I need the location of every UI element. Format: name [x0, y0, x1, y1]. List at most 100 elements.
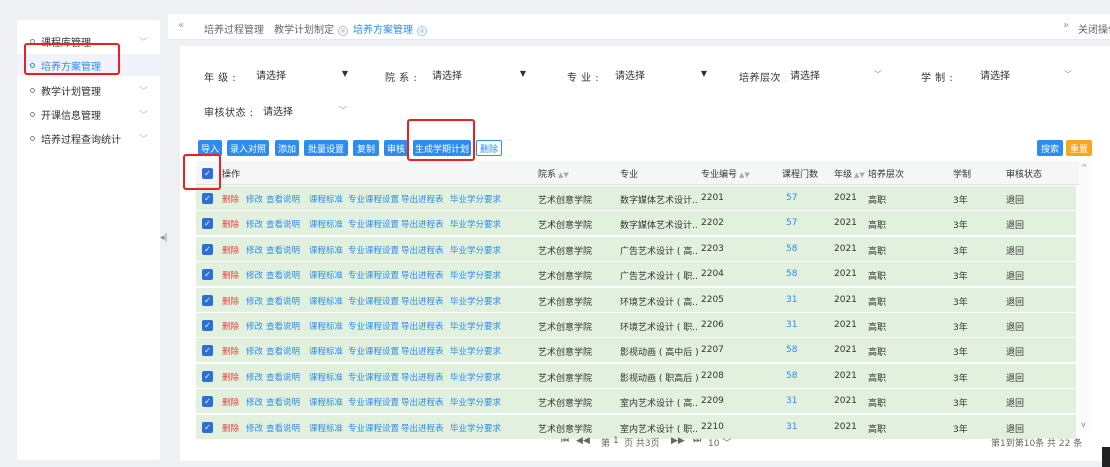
- row-action-standard[interactable]: 课程标准: [309, 345, 343, 357]
- row-action-del[interactable]: 删除: [222, 371, 239, 383]
- cell-courses-link[interactable]: 58: [786, 371, 797, 381]
- table-row[interactable]: ✓ 删除 修改 查看说明 课程标准 专业课程设置 导出进程表 毕业学分要求 艺术创意学院 环境艺术…: [196, 287, 1076, 313]
- tab-scroll-left-icon[interactable]: «: [178, 20, 184, 31]
- generate-semester-plan-button[interactable]: 生成学期计划: [413, 140, 471, 156]
- cell-courses-link[interactable]: 57: [786, 218, 797, 228]
- cell-courses-link[interactable]: 58: [786, 345, 797, 355]
- row-checkbox[interactable]: ✓: [202, 421, 213, 433]
- cell-courses-link[interactable]: 31: [786, 422, 797, 432]
- row-action-del[interactable]: 删除: [222, 193, 239, 205]
- row-action-standard[interactable]: 课程标准: [309, 396, 343, 408]
- row-action-credits[interactable]: 毕业学分要求: [450, 218, 501, 230]
- row-action-credits[interactable]: 毕业学分要求: [450, 371, 501, 383]
- row-checkbox[interactable]: ✓: [202, 294, 213, 306]
- tab-training-plan[interactable]: 培养方案管理 ⊗: [353, 21, 427, 36]
- delete-button[interactable]: 删除: [476, 140, 502, 156]
- table-row[interactable]: ✓ 删除 修改 查看说明 课程标准 专业课程设置 导出进程表 毕业学分要求 艺术创意学院 影视动画…: [196, 338, 1076, 364]
- grade-select[interactable]: 请选择 ▼: [252, 63, 352, 85]
- chevron-down-icon[interactable]: v: [1081, 420, 1086, 429]
- search-button[interactable]: 搜索: [1037, 140, 1063, 156]
- row-action-standard[interactable]: 课程标准: [309, 371, 343, 383]
- next-page-icon[interactable]: ▶▶: [671, 436, 685, 446]
- level-select[interactable]: 请选择 ﹀: [786, 63, 886, 85]
- row-checkbox[interactable]: ✓: [202, 269, 213, 281]
- last-page-icon[interactable]: ⏭: [693, 436, 701, 446]
- college-select[interactable]: 请选择 ▼: [428, 63, 530, 85]
- row-action-credits[interactable]: 毕业学分要求: [450, 396, 501, 408]
- tab-close-icon[interactable]: ⊗: [338, 26, 348, 36]
- sidebar-item-process-stats[interactable]: 培养过程查询统计 ﹀: [17, 127, 160, 149]
- row-action-standard[interactable]: 课程标准: [309, 320, 343, 332]
- reset-button[interactable]: 重置: [1066, 140, 1092, 156]
- table-scrollbar[interactable]: ^ v: [1079, 161, 1091, 431]
- row-action-del[interactable]: 删除: [222, 345, 239, 357]
- row-action-standard[interactable]: 课程标准: [309, 269, 343, 281]
- row-action-standard[interactable]: 课程标准: [309, 244, 343, 256]
- row-checkbox[interactable]: ✓: [202, 193, 213, 204]
- page-size-select[interactable]: 10 ﹀: [708, 436, 731, 449]
- select-all-checkbox[interactable]: ✓: [202, 168, 213, 179]
- import-button[interactable]: 导入: [198, 140, 222, 156]
- row-action-settings[interactable]: 专业课程设置: [348, 193, 399, 205]
- entry-compare-button[interactable]: 录入对照: [227, 140, 269, 156]
- table-row[interactable]: ✓ 删除 修改 查看说明 课程标准 专业课程设置 导出进程表 毕业学分要求 艺术创意学院 数字媒体…: [196, 186, 1076, 211]
- chevron-up-icon[interactable]: ^: [1081, 163, 1088, 172]
- table-row[interactable]: ✓ 删除 修改 查看说明 课程标准 专业课程设置 导出进程表 毕业学分要求 艺术创意学院 数字媒体…: [196, 211, 1076, 237]
- row-action-del[interactable]: 删除: [222, 295, 239, 307]
- cell-courses-link[interactable]: 57: [786, 193, 797, 203]
- row-action-del[interactable]: 删除: [222, 320, 239, 332]
- row-action-credits[interactable]: 毕业学分要求: [450, 269, 501, 281]
- col-grade[interactable]: 年级 ▲▼: [834, 167, 865, 180]
- cell-courses-link[interactable]: 31: [786, 295, 797, 305]
- row-action-view[interactable]: 查看说明: [266, 295, 300, 307]
- row-action-edit[interactable]: 修改: [246, 244, 263, 256]
- row-action-edit[interactable]: 修改: [246, 295, 263, 307]
- table-row[interactable]: ✓ 删除 修改 查看说明 课程标准 专业课程设置 导出进程表 毕业学分要求 艺术创意学院 广告艺术…: [196, 236, 1076, 262]
- duration-select[interactable]: 请选择 ﹀: [976, 63, 1076, 85]
- row-action-export[interactable]: 导出进程表: [401, 193, 444, 205]
- row-action-edit[interactable]: 修改: [246, 345, 263, 357]
- row-action-edit[interactable]: 修改: [246, 269, 263, 281]
- tab-close-icon[interactable]: ⊗: [417, 26, 427, 36]
- row-action-standard[interactable]: 课程标准: [309, 295, 343, 307]
- row-checkbox[interactable]: ✓: [202, 396, 213, 408]
- row-action-export[interactable]: 导出进程表: [401, 396, 444, 408]
- major-select[interactable]: 请选择 ▼: [611, 63, 711, 85]
- row-action-settings[interactable]: 专业课程设置: [348, 345, 399, 357]
- row-action-del[interactable]: 删除: [222, 218, 239, 230]
- cell-courses-link[interactable]: 31: [786, 396, 797, 406]
- page-input[interactable]: 1: [613, 436, 619, 446]
- first-page-icon[interactable]: ⏮: [561, 436, 569, 446]
- row-action-view[interactable]: 查看说明: [266, 193, 300, 205]
- table-row[interactable]: ✓ 删除 修改 查看说明 课程标准 专业课程设置 导出进程表 毕业学分要求 艺术创意学院 室内艺术…: [196, 389, 1076, 415]
- row-action-view[interactable]: 查看说明: [266, 345, 300, 357]
- col-code[interactable]: 专业编号 ▲▼: [701, 167, 750, 180]
- row-action-standard[interactable]: 课程标准: [309, 218, 343, 230]
- row-action-view[interactable]: 查看说明: [266, 244, 300, 256]
- row-action-settings[interactable]: 专业课程设置: [348, 295, 399, 307]
- sidebar-item-course-info[interactable]: 开课信息管理 ﹀: [17, 103, 160, 125]
- status-select[interactable]: 请选择 ﹀: [259, 99, 351, 121]
- row-action-edit[interactable]: 修改: [246, 218, 263, 230]
- row-action-export[interactable]: 导出进程表: [401, 295, 444, 307]
- tab-scroll-right-icon[interactable]: »: [1063, 20, 1069, 31]
- row-action-export[interactable]: 导出进程表: [401, 244, 444, 256]
- row-action-edit[interactable]: 修改: [246, 396, 263, 408]
- row-action-edit[interactable]: 修改: [246, 320, 263, 332]
- row-action-settings[interactable]: 专业课程设置: [348, 371, 399, 383]
- row-checkbox[interactable]: ✓: [202, 243, 213, 255]
- row-action-standard[interactable]: 课程标准: [309, 193, 343, 205]
- sidebar-item-teaching-plan[interactable]: 教学计划管理 ﹀: [17, 79, 160, 101]
- row-checkbox[interactable]: ✓: [202, 370, 213, 382]
- prev-page-icon[interactable]: ◀◀: [576, 436, 590, 446]
- row-action-credits[interactable]: 毕业学分要求: [450, 244, 501, 256]
- row-action-del[interactable]: 删除: [222, 244, 239, 256]
- row-action-edit[interactable]: 修改: [246, 193, 263, 205]
- row-action-credits[interactable]: 毕业学分要求: [450, 320, 501, 332]
- sidebar-item-course-library[interactable]: 课程库管理 ﹀: [17, 30, 160, 52]
- row-checkbox[interactable]: ✓: [202, 320, 213, 331]
- cell-courses-link[interactable]: 31: [786, 320, 797, 330]
- sidebar-collapse-icon[interactable]: ◂|: [160, 233, 170, 247]
- row-action-view[interactable]: 查看说明: [266, 396, 300, 408]
- row-action-del[interactable]: 删除: [222, 269, 239, 281]
